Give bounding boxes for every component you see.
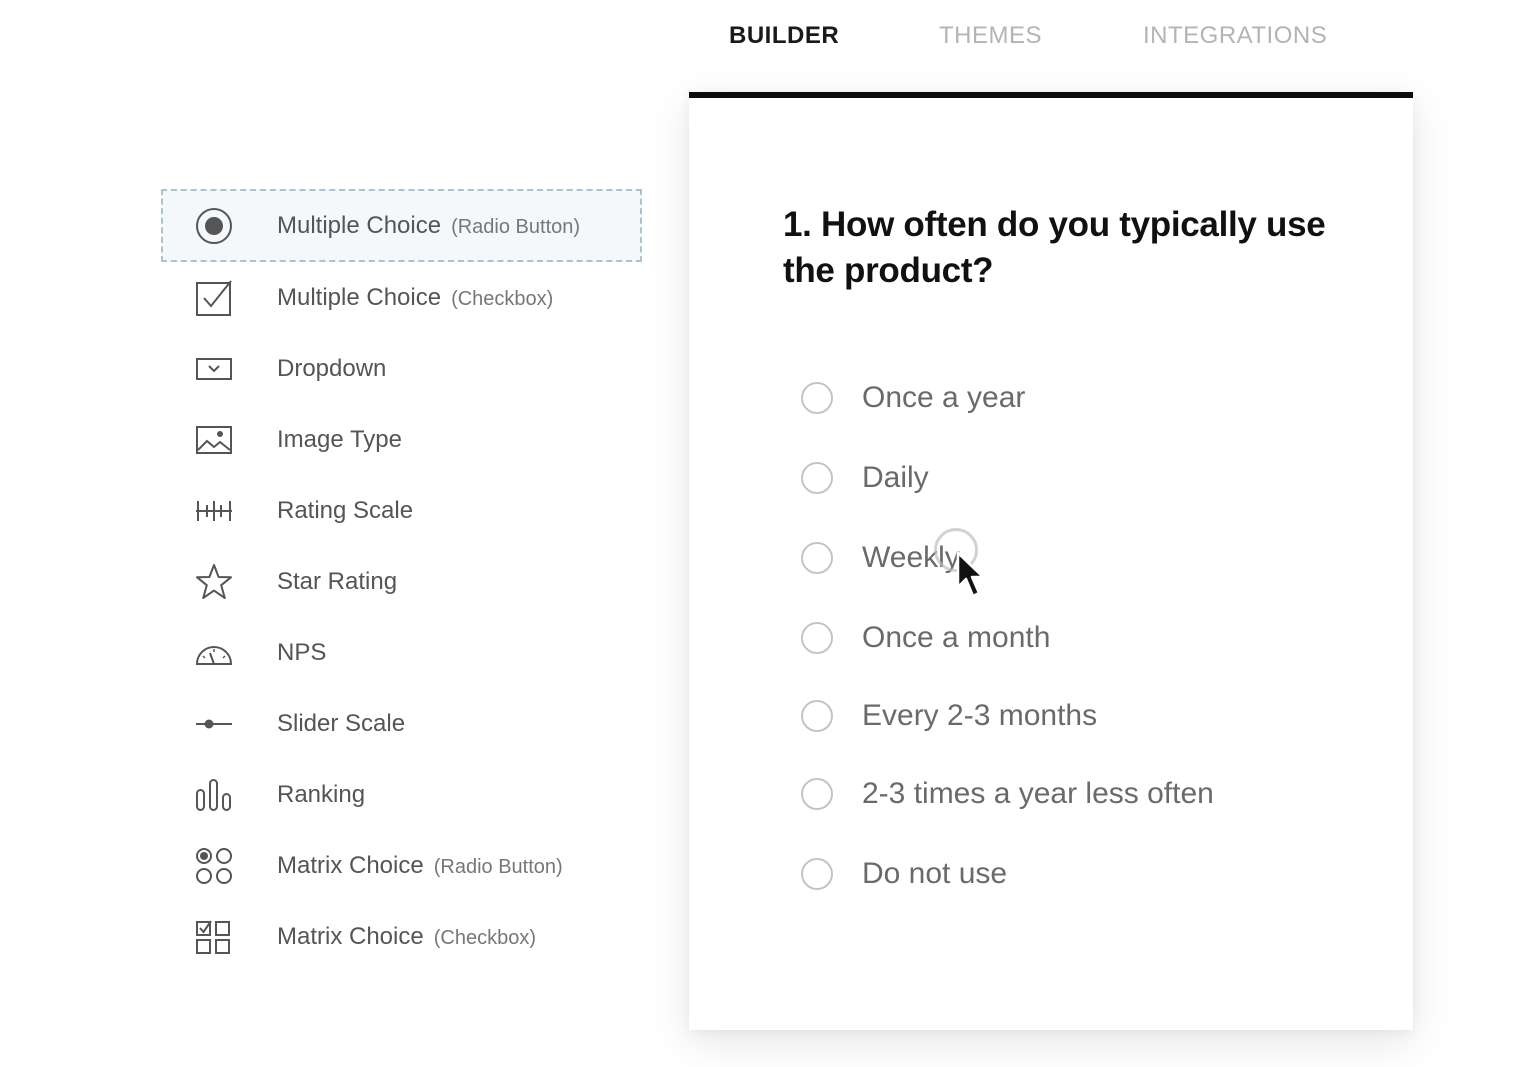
question-type-list: Multiple Choice (Radio Button) Multiple C… (161, 189, 642, 972)
radio-circle-icon[interactable] (801, 700, 833, 732)
question-type-multiple-choice-radio[interactable]: Multiple Choice (Radio Button) (161, 189, 642, 262)
matrix-radio-icon (194, 846, 234, 886)
matrix-checkbox-icon (194, 917, 234, 957)
star-icon (194, 562, 234, 602)
survey-builder: BUILDER THEMES INTEGRATIONS Multiple Cho… (0, 0, 1523, 1067)
question-type-image[interactable]: Image Type (162, 404, 641, 475)
gauge-icon (194, 633, 234, 673)
radio-circle-icon[interactable] (801, 778, 833, 810)
question-type-dropdown[interactable]: Dropdown (162, 333, 641, 404)
image-icon (194, 420, 234, 460)
question-type-label: Ranking (277, 780, 366, 808)
radio-circle-icon[interactable] (801, 382, 833, 414)
question-type-label: Rating Scale (277, 496, 414, 524)
radio-circle-icon[interactable] (801, 622, 833, 654)
checkbox-icon (194, 278, 234, 318)
question-title[interactable]: 1. How often do you typically use the pr… (783, 202, 1363, 294)
question-text: How often do you typically use the produ… (783, 205, 1326, 290)
question-type-slider-scale[interactable]: Slider Scale (162, 688, 641, 759)
radio-circle-icon[interactable] (801, 542, 833, 574)
rating-scale-icon (194, 491, 234, 531)
ranking-icon (194, 775, 234, 815)
question-type-label: Multiple Choice (Radio Button) (277, 211, 581, 239)
question-type-label: Slider Scale (277, 709, 406, 737)
question-type-star-rating[interactable]: Star Rating (162, 546, 641, 617)
question-type-ranking[interactable]: Ranking (162, 759, 641, 830)
question-type-nps[interactable]: NPS (162, 617, 641, 688)
question-type-label: Dropdown (277, 354, 387, 382)
option-row[interactable]: Once a year (801, 378, 1025, 418)
option-label: Weekly (862, 541, 960, 574)
option-row[interactable]: Weekly (801, 538, 960, 578)
option-label: Every 2-3 months (862, 699, 1098, 732)
question-number: 1. (783, 205, 812, 244)
dropdown-icon (194, 349, 234, 389)
question-type-label: Image Type (277, 425, 402, 453)
option-label: 2-3 times a year less often (862, 777, 1214, 810)
option-row[interactable]: Daily (801, 458, 929, 498)
option-label: Do not use (862, 857, 1008, 890)
option-label: Daily (862, 461, 929, 494)
tab-themes[interactable]: THEMES (939, 22, 1042, 50)
option-row[interactable]: Once a month (801, 618, 1050, 658)
question-type-matrix-radio[interactable]: Matrix Choice (Radio Button) (162, 830, 641, 901)
option-label: Once a year (862, 381, 1026, 414)
question-type-label: Matrix Choice (Checkbox) (277, 922, 536, 950)
question-type-label: Multiple Choice (Checkbox) (277, 283, 554, 311)
question-type-label: NPS (277, 638, 327, 666)
radio-button-icon (194, 206, 234, 246)
option-label: Once a month (862, 621, 1051, 654)
question-card: 1. How often do you typically use the pr… (689, 92, 1413, 1030)
tab-builder[interactable]: BUILDER (729, 22, 839, 50)
question-type-label: Matrix Choice (Radio Button) (277, 851, 563, 879)
slider-icon (194, 704, 234, 744)
option-row[interactable]: 2-3 times a year less often (801, 774, 1214, 814)
question-type-multiple-choice-checkbox[interactable]: Multiple Choice (Checkbox) (162, 262, 641, 333)
option-row[interactable]: Every 2-3 months (801, 696, 1097, 736)
tab-integrations[interactable]: INTEGRATIONS (1143, 22, 1327, 50)
question-type-matrix-checkbox[interactable]: Matrix Choice (Checkbox) (162, 901, 641, 972)
question-type-label: Star Rating (277, 567, 398, 595)
question-type-rating-scale[interactable]: Rating Scale (162, 475, 641, 546)
option-row[interactable]: Do not use (801, 854, 1007, 894)
radio-circle-icon[interactable] (801, 462, 833, 494)
radio-circle-icon[interactable] (801, 858, 833, 890)
